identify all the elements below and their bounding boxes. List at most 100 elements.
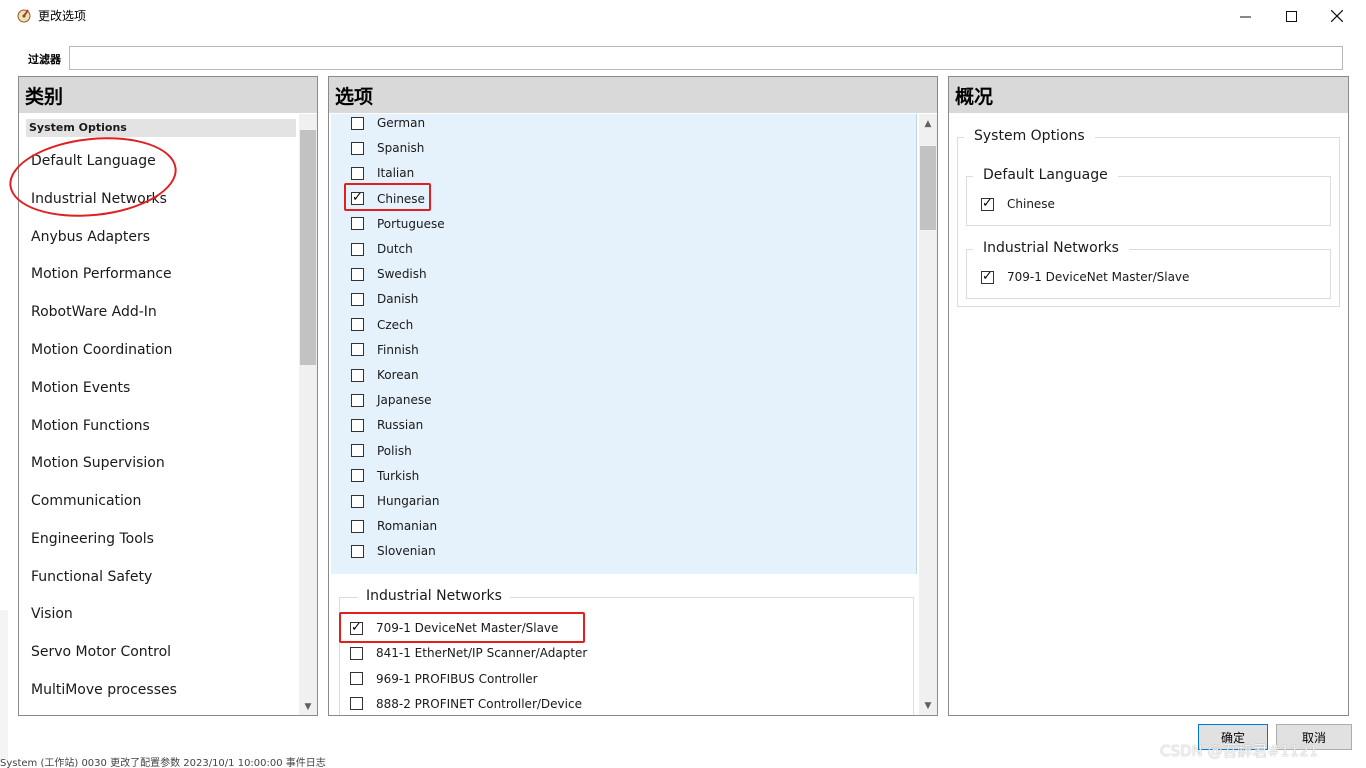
language-option[interactable]: Spanish: [351, 138, 424, 158]
category-scroll-thumb[interactable]: [300, 130, 316, 365]
summary-language-title: Default Language: [973, 167, 1118, 183]
checkbox[interactable]: [350, 646, 363, 660]
filter-label: 过滤器: [28, 53, 61, 66]
checkbox[interactable]: [351, 267, 364, 281]
language-option[interactable]: Romanian: [351, 516, 437, 536]
checkbox: [981, 269, 994, 284]
network-label: 888-2 PROFINET Controller/Device: [376, 696, 582, 711]
summary-networks-title: Industrial Networks: [973, 240, 1129, 256]
checkbox[interactable]: [351, 343, 364, 357]
category-header: 类别: [19, 77, 317, 113]
language-option[interactable]: Hungarian: [351, 491, 439, 511]
category-item[interactable]: Industrial Networks: [31, 191, 167, 207]
networks-group: Industrial Networks 709-1 DeviceNet Mast…: [339, 588, 914, 715]
minimize-button[interactable]: [1222, 0, 1268, 32]
language-list: GermanSpanishItalianChinesePortugueseDut…: [331, 114, 917, 574]
category-item[interactable]: Anybus Adapters: [31, 229, 150, 245]
scroll-down-icon[interactable]: ▼: [299, 699, 317, 715]
filter-input[interactable]: [69, 46, 1343, 70]
category-item[interactable]: Engineering Tools: [31, 531, 154, 547]
minimize-icon: [1239, 16, 1251, 17]
maximize-icon: [1285, 10, 1297, 22]
language-label: Russian: [377, 418, 424, 433]
language-label: Romanian: [377, 519, 438, 534]
checkbox[interactable]: [351, 393, 364, 407]
category-item[interactable]: Motion Performance: [31, 266, 172, 282]
language-option[interactable]: Portuguese: [351, 214, 445, 234]
network-option[interactable]: 969-1 PROFIBUS Controller: [350, 669, 538, 689]
language-option[interactable]: Slovenian: [351, 541, 436, 561]
checkbox[interactable]: [351, 217, 364, 231]
language-label: Czech: [377, 317, 414, 332]
checkbox[interactable]: [351, 544, 364, 558]
category-item[interactable]: RobotWare Add-In: [31, 304, 157, 320]
language-label: German: [377, 116, 426, 130]
checkbox[interactable]: [351, 519, 364, 533]
language-option[interactable]: Czech: [351, 315, 413, 335]
close-icon: [1331, 10, 1343, 22]
language-option[interactable]: Japanese: [351, 390, 432, 410]
checkbox: [981, 196, 994, 211]
checkbox[interactable]: [350, 672, 363, 686]
category-item[interactable]: MultiMove processes: [31, 682, 177, 698]
summary-language-row: Chinese: [981, 196, 1055, 211]
language-label: Japanese: [377, 393, 432, 408]
checkbox[interactable]: [351, 469, 364, 483]
devicenet-highlight: [339, 612, 585, 643]
category-section-title: System Options: [26, 119, 296, 137]
language-option[interactable]: German: [351, 113, 425, 133]
networks-group-title: Industrial Networks: [358, 588, 510, 604]
checkbox[interactable]: [351, 418, 364, 432]
category-item[interactable]: Communication: [31, 493, 141, 509]
category-item[interactable]: Functional Safety: [31, 569, 152, 585]
summary-system-options: System Options Default Language Chinese …: [957, 128, 1340, 307]
checkbox[interactable]: [351, 166, 364, 180]
category-item[interactable]: Motion Coordination: [31, 342, 172, 358]
language-option[interactable]: Korean: [351, 365, 419, 385]
chinese-highlight: [344, 183, 431, 211]
checkbox[interactable]: [351, 116, 364, 130]
language-option[interactable]: Swedish: [351, 264, 427, 284]
checkbox[interactable]: [350, 697, 363, 711]
scroll-down-icon[interactable]: ▼: [919, 698, 937, 714]
checkbox[interactable]: [351, 318, 364, 332]
checkbox[interactable]: [351, 141, 364, 155]
category-item[interactable]: Default Language: [31, 153, 156, 169]
language-option[interactable]: Finnish: [351, 340, 419, 360]
category-item[interactable]: Vision: [31, 606, 73, 622]
options-scroll-thumb[interactable]: [920, 146, 936, 230]
category-item[interactable]: Motion Supervision: [31, 455, 165, 471]
language-option[interactable]: Turkish: [351, 466, 419, 486]
checkbox[interactable]: [351, 444, 364, 458]
scroll-up-icon[interactable]: ▲: [919, 116, 937, 132]
language-label: Korean: [377, 368, 419, 382]
window-title: 更改选项: [38, 9, 87, 23]
summary-language-group: Default Language Chinese: [966, 167, 1331, 226]
checkbox[interactable]: [351, 368, 364, 382]
maximize-button[interactable]: [1268, 0, 1314, 32]
network-option[interactable]: 841-1 EtherNet/IP Scanner/Adapter: [350, 643, 587, 663]
category-item[interactable]: Motion Events: [31, 380, 130, 396]
language-option[interactable]: Italian: [351, 163, 414, 183]
language-option[interactable]: Russian: [351, 415, 423, 435]
category-scrollbar[interactable]: ▼: [299, 114, 317, 715]
options-scrollbar[interactable]: ▲ ▼: [919, 114, 937, 715]
category-panel: 类别 System Options Default Language Indust…: [18, 76, 318, 716]
language-option[interactable]: Polish: [351, 441, 412, 461]
close-button[interactable]: [1314, 0, 1360, 32]
checkbox[interactable]: [351, 494, 364, 508]
summary-networks-row: 709-1 DeviceNet Master/Slave: [981, 269, 1190, 284]
network-option[interactable]: 888-2 PROFINET Controller/Device: [350, 694, 582, 714]
category-item[interactable]: Servo Motor Control: [31, 644, 171, 660]
summary-networks-value: 709-1 DeviceNet Master/Slave: [1007, 270, 1190, 284]
options-header: 选项: [329, 77, 937, 113]
language-label: Italian: [377, 166, 415, 181]
checkbox[interactable]: [351, 242, 364, 256]
app-icon: [17, 9, 31, 23]
language-option[interactable]: Dutch: [351, 239, 413, 259]
language-option[interactable]: Danish: [351, 289, 418, 309]
checkbox[interactable]: [351, 292, 364, 306]
network-label: 969-1 PROFIBUS Controller: [376, 671, 538, 686]
category-item[interactable]: Motion Functions: [31, 418, 150, 434]
language-label: Spanish: [377, 141, 425, 156]
